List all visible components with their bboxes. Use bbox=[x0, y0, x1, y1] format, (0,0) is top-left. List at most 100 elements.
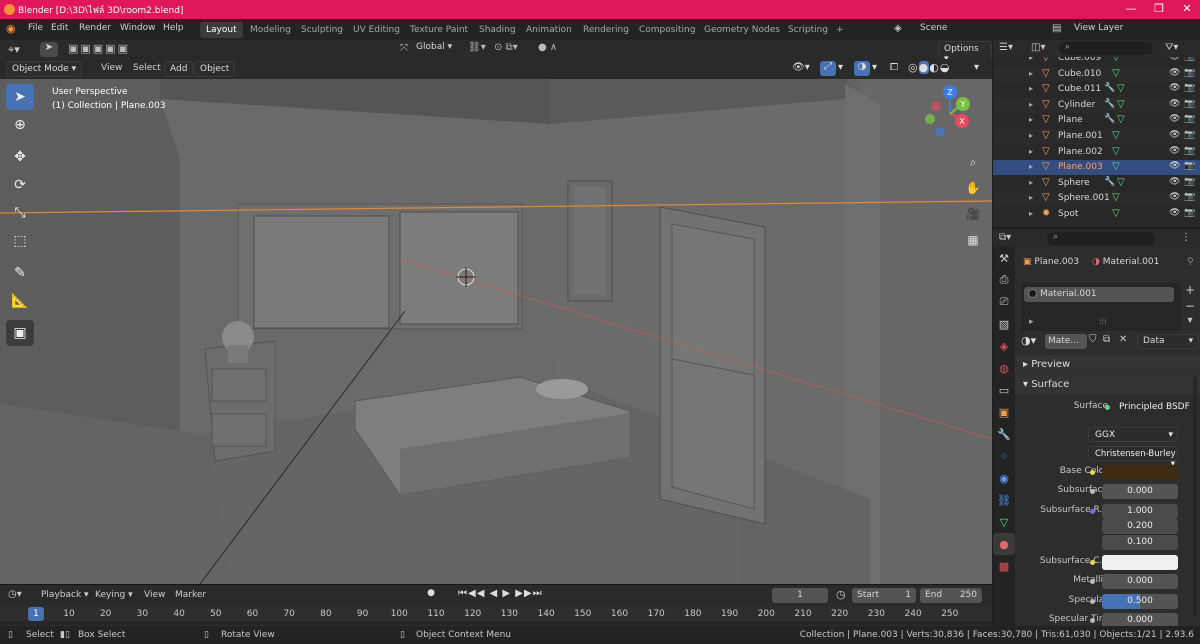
add-workspace-button[interactable]: + bbox=[830, 22, 850, 38]
scale-tool[interactable]: ⤡ bbox=[6, 200, 34, 226]
surface-shader-field[interactable]: Principled BSDF bbox=[1113, 400, 1195, 415]
shading-dropdown-icon[interactable]: ▾ bbox=[974, 62, 979, 73]
distribution-dropdown[interactable]: GGX ▾ bbox=[1088, 427, 1178, 442]
eye-icon[interactable]: 👁 bbox=[1169, 83, 1180, 93]
tab-animation[interactable]: Animation bbox=[520, 22, 578, 38]
menu-help[interactable]: Help bbox=[163, 23, 184, 33]
view-layer-icon[interactable]: ▤ bbox=[1052, 23, 1061, 34]
pin-icon[interactable]: ⚲ bbox=[1187, 257, 1194, 267]
material-name-field[interactable]: Mate... bbox=[1045, 334, 1087, 349]
tab-rendering[interactable]: Rendering bbox=[577, 22, 635, 38]
menu-object[interactable]: Object bbox=[194, 61, 236, 77]
mode-dropdown[interactable]: Object Mode ▾ bbox=[6, 61, 83, 77]
timeline-editor-icon[interactable]: ◷▾ bbox=[8, 589, 22, 600]
outliner-editor-icon[interactable]: ☰▾ bbox=[999, 42, 1013, 53]
slider-field[interactable]: 0.500 bbox=[1102, 594, 1178, 609]
eye-icon[interactable]: 👁 bbox=[1169, 130, 1180, 140]
menu-select[interactable]: Select bbox=[133, 63, 161, 73]
expand-arrow-icon[interactable]: ▸ bbox=[1029, 100, 1033, 109]
outliner-row[interactable]: ▸ ▽ Cube.009 ▽ 👁 📷 bbox=[993, 57, 1200, 66]
3d-viewport[interactable]: User Perspective (1) Collection | Plane.… bbox=[0, 79, 992, 584]
slot-specials-icon[interactable]: ▾ bbox=[1183, 315, 1197, 329]
shading-mode-icons[interactable]: ◎●◐◒ bbox=[908, 61, 950, 74]
display-mode-icon[interactable]: ◫▾ bbox=[1031, 42, 1045, 53]
navigation-gizmo[interactable]: Z X Y bbox=[920, 84, 980, 148]
resize-grip-icon[interactable]: ⁞⁞⁞ bbox=[1099, 317, 1107, 326]
timeline-ruler[interactable]: 1 10 20 30 40 50 60 70 80 90 100 110 120 130 140 150 160… bbox=[0, 606, 992, 626]
number-field[interactable]: 0.000 bbox=[1102, 613, 1178, 626]
object-tab-icon[interactable]: ▣ bbox=[993, 401, 1015, 423]
camera-icon[interactable]: 🎥 bbox=[963, 204, 983, 224]
transform-tool[interactable]: ⬚ bbox=[6, 228, 34, 254]
number-field[interactable]: 0.000 bbox=[1102, 574, 1178, 589]
scene-icon[interactable]: ◈ bbox=[894, 23, 902, 34]
filter-icon[interactable]: ⛛▾ bbox=[1165, 42, 1178, 53]
unlink-icon[interactable]: ✕ bbox=[1119, 334, 1127, 345]
selection-mode-icons[interactable]: ▣▣▣▣▣ bbox=[68, 42, 130, 55]
camera-render-icon[interactable]: 📷 bbox=[1184, 57, 1195, 62]
expand-arrow-icon[interactable]: ▸ bbox=[1029, 57, 1033, 62]
particles-tab-icon[interactable]: ⁘ bbox=[993, 445, 1015, 467]
material-slot-item[interactable]: Material.001 bbox=[1024, 287, 1174, 302]
eye-icon[interactable]: 👁 bbox=[1169, 146, 1180, 156]
view-layer-tab-icon[interactable]: ▧ bbox=[993, 313, 1015, 335]
tab-modeling[interactable]: Modeling bbox=[244, 22, 297, 38]
color-swatch[interactable] bbox=[1102, 465, 1178, 480]
eye-icon[interactable]: 👁 bbox=[1169, 177, 1180, 187]
duplicate-icon[interactable]: ⧉ bbox=[1103, 334, 1110, 345]
move-tool[interactable]: ✥ bbox=[6, 144, 34, 170]
render-tab-icon[interactable]: ⎙ bbox=[993, 269, 1015, 291]
visibility-icon[interactable]: 👁▾ bbox=[792, 62, 810, 73]
collection-tab-icon[interactable]: ▭ bbox=[993, 379, 1015, 401]
camera-render-icon[interactable]: 📷 bbox=[1184, 68, 1195, 78]
cursor-tool[interactable]: ⊕ bbox=[6, 112, 34, 138]
playback-controls-icons[interactable]: ⏮◀◀ ◀ ▶ ▶▶⏭ bbox=[458, 588, 543, 599]
expand-arrow-icon[interactable]: ▸ bbox=[1029, 69, 1033, 78]
outliner-search-input[interactable]: ⌕ bbox=[1059, 42, 1153, 55]
preview-range-icon[interactable]: ◷ bbox=[836, 588, 846, 601]
expand-arrow-icon[interactable]: ▸ bbox=[1029, 84, 1033, 93]
orientation-icon[interactable]: ⤧ bbox=[400, 43, 408, 54]
menu-keying[interactable]: Keying ▾ bbox=[95, 590, 133, 600]
measure-tool[interactable]: 📐 bbox=[6, 288, 34, 314]
select-box-tool[interactable]: ➤ bbox=[6, 84, 34, 110]
expand-arrow-icon[interactable]: ▸ bbox=[1029, 115, 1033, 124]
surface-panel-header[interactable]: ▾ Surface bbox=[1015, 375, 1200, 394]
snap-icon[interactable]: ⊙ ⧉▾ bbox=[494, 42, 518, 53]
overlay-toggle-icon[interactable]: ◑ bbox=[854, 61, 870, 76]
outliner-row[interactable]: ▸ ▽ Sphere 🔧 ▽ 👁 📷 bbox=[993, 176, 1200, 191]
camera-render-icon[interactable]: 📷 bbox=[1184, 192, 1195, 202]
remove-slot-button[interactable]: − bbox=[1183, 299, 1197, 313]
tab-texture-paint[interactable]: Texture Paint bbox=[404, 22, 474, 38]
color-swatch[interactable] bbox=[1102, 555, 1178, 570]
subsurface-method-dropdown[interactable]: Christensen-Burley ▾ bbox=[1088, 446, 1178, 469]
number-field[interactable]: 0.100 bbox=[1102, 535, 1178, 550]
world-tab-icon[interactable]: ◍ bbox=[993, 357, 1015, 379]
gizmo-toggle-icon[interactable]: ⤢ bbox=[820, 61, 836, 76]
expand-arrow-icon[interactable]: ▸ bbox=[1029, 147, 1033, 156]
outliner-row[interactable]: ▸ ▽ Plane.003 ▽ 👁 📷 bbox=[993, 160, 1200, 176]
outliner-row[interactable]: ▸ ✹ Spot ▽ 👁 📷 bbox=[993, 207, 1200, 222]
number-field[interactable]: 0.000 bbox=[1102, 484, 1178, 499]
modifier-tab-icon[interactable]: 🔧 bbox=[993, 423, 1015, 445]
camera-render-icon[interactable]: 📷 bbox=[1184, 83, 1195, 93]
transform-orientation-dropdown[interactable]: Global ▾ bbox=[416, 42, 452, 52]
eye-icon[interactable]: 👁 bbox=[1169, 57, 1180, 62]
camera-render-icon[interactable]: 📷 bbox=[1184, 114, 1195, 124]
xray-icon[interactable]: ⧠ bbox=[890, 62, 898, 73]
minimize-button[interactable]: — bbox=[1122, 2, 1140, 15]
current-frame-field[interactable]: 1 bbox=[772, 588, 828, 603]
outliner-row[interactable]: ▸ ▽ Cube.010 ▽ 👁 📷 bbox=[993, 66, 1200, 82]
tab-sculpting[interactable]: Sculpting bbox=[295, 22, 349, 38]
overlay-dropdown-icon[interactable]: ▾ bbox=[872, 62, 877, 73]
select-tool-icon[interactable]: ➤ bbox=[40, 42, 58, 57]
material-tab-icon[interactable]: ● bbox=[993, 533, 1015, 555]
eye-icon[interactable]: 👁 bbox=[1169, 68, 1180, 78]
expand-arrow-icon[interactable]: ▸ bbox=[1029, 178, 1033, 187]
tab-compositing[interactable]: Compositing bbox=[633, 22, 701, 38]
preview-panel-header[interactable]: ▸ Preview bbox=[1015, 355, 1200, 374]
link-dropdown[interactable]: Data ▾ bbox=[1137, 334, 1199, 349]
zoom-icon[interactable]: ⌕ bbox=[963, 152, 983, 172]
expand-arrow-icon[interactable]: ▸ bbox=[1029, 209, 1033, 218]
outliner-row[interactable]: ▸ ▽ Cube.011 🔧 ▽ 👁 📷 bbox=[993, 82, 1200, 97]
